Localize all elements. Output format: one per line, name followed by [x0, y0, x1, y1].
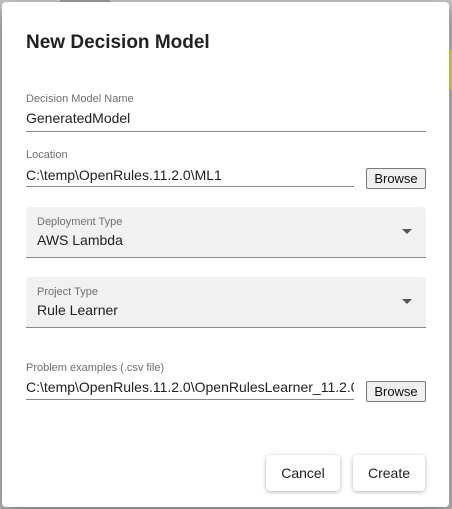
create-button[interactable]: Create [353, 455, 425, 491]
model-name-underline [26, 131, 426, 132]
project-type-select[interactable]: Project Type Rule Learner [26, 277, 426, 328]
model-name-input[interactable]: GeneratedModel [26, 110, 426, 126]
location-browse-button[interactable]: Browse [366, 168, 426, 189]
location-underline [26, 186, 354, 187]
model-name-label: Decision Model Name [26, 93, 134, 105]
problem-examples-underline [26, 399, 354, 400]
dialog-title: New Decision Model [26, 32, 210, 53]
location-input[interactable]: C:\temp\OpenRules.11.2.0\ML1 [26, 167, 354, 183]
project-type-value: Rule Learner [37, 302, 118, 318]
project-type-label: Project Type [37, 286, 98, 298]
cancel-button[interactable]: Cancel [266, 455, 340, 491]
deployment-type-value: AWS Lambda [37, 232, 123, 248]
problem-examples-input[interactable]: C:\temp\OpenRules.11.2.0\OpenRulesLearne… [26, 379, 354, 395]
deployment-type-label: Deployment Type [37, 216, 123, 228]
problem-examples-browse-button[interactable]: Browse [366, 381, 426, 402]
chevron-down-icon [402, 299, 412, 304]
deployment-type-select[interactable]: Deployment Type AWS Lambda [26, 207, 426, 258]
location-label: Location [26, 149, 68, 161]
chevron-down-icon [402, 229, 412, 234]
problem-examples-label: Problem examples (.csv file) [26, 362, 165, 374]
new-decision-model-dialog: New Decision Model Decision Model Name G… [2, 2, 449, 507]
